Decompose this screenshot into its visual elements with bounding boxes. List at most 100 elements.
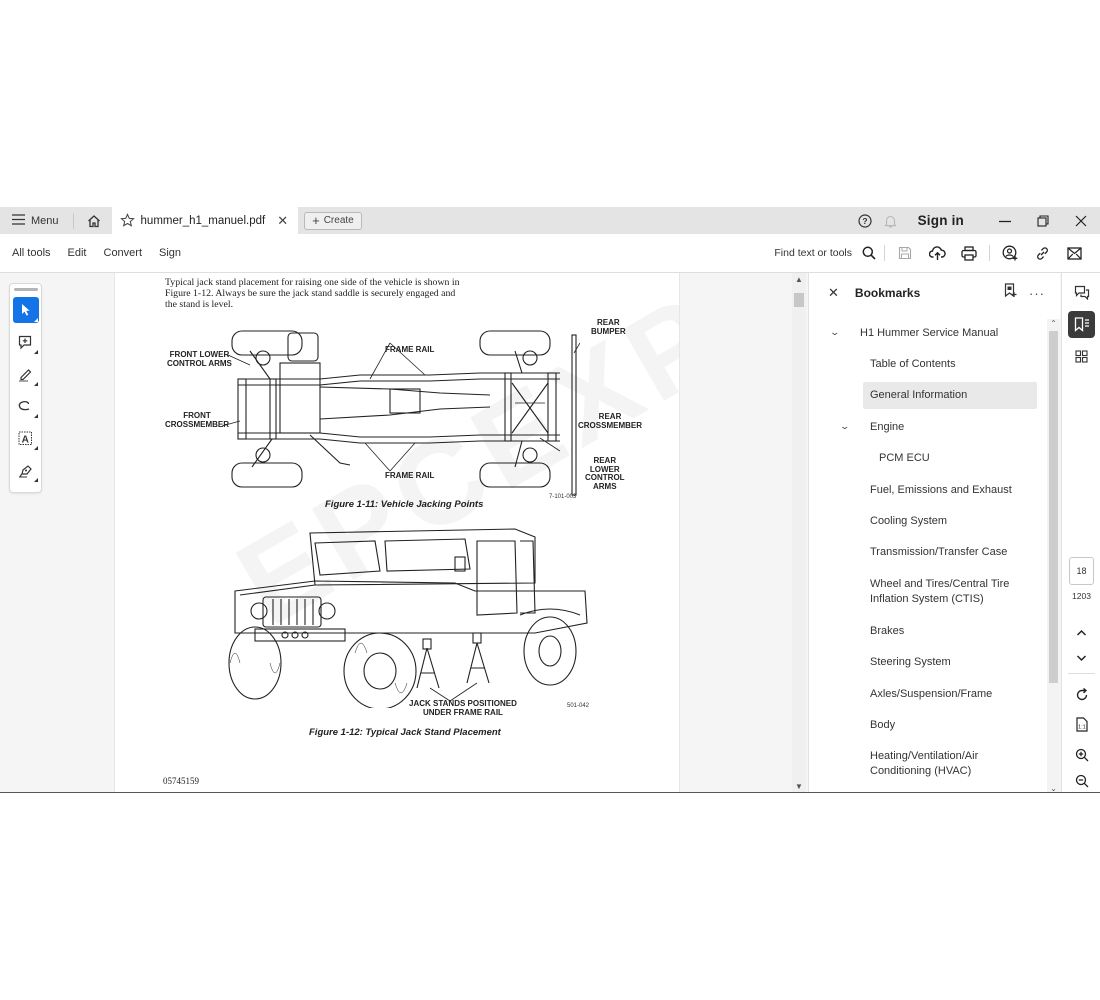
zoom-out-button[interactable]	[1068, 767, 1095, 793]
fit-page-button[interactable]: 1:1	[1068, 711, 1095, 738]
zoom-in-button[interactable]	[1068, 741, 1095, 768]
bookmark-item[interactable]: Axles/Suspension/Frame	[809, 678, 1045, 709]
bookmark-list: ⌄ H1 Hummer Service Manual Table of Cont…	[809, 317, 1045, 788]
submenu-indicator	[33, 382, 38, 386]
label-line: CROSSMEMBER	[578, 420, 643, 430]
scrollbar-thumb[interactable]	[1049, 331, 1058, 683]
document-scrollbar[interactable]: ▲ ▼	[792, 273, 806, 793]
bookmark-label: Fuel, Emissions and Exhaust	[870, 483, 1012, 496]
bookmark-item[interactable]: Cooling System	[809, 505, 1045, 536]
total-pages: 1203	[1072, 591, 1091, 601]
bookmark-item-selected[interactable]: General Information	[809, 380, 1045, 411]
rotate-button[interactable]	[1068, 681, 1095, 708]
bookmarks-scrollbar[interactable]: ⌃ ⌄	[1047, 319, 1060, 793]
sign-button[interactable]: Sign	[159, 247, 181, 259]
help-icon[interactable]: ?	[852, 213, 878, 228]
scrollbar-thumb[interactable]	[794, 293, 804, 307]
previous-page-button[interactable]	[1068, 619, 1095, 646]
comments-button[interactable]	[1068, 279, 1095, 306]
save-icon[interactable]	[889, 246, 921, 260]
pdf-page: Typical jack stand placement for raising…	[114, 273, 680, 793]
bookmark-item[interactable]: Heating/Ventilation/Air Conditioning (HVA…	[809, 741, 1045, 788]
submenu-indicator	[33, 318, 38, 322]
scroll-down-icon[interactable]: ▼	[792, 782, 806, 791]
bookmark-item[interactable]: Brakes	[809, 615, 1045, 646]
link-icon[interactable]	[1026, 246, 1058, 261]
bookmarks-icon	[1074, 317, 1089, 332]
acrobat-window: Menu hummer_h1_manuel.pdf ✕ + Create ? S…	[0, 207, 1100, 793]
page-down-icon	[1076, 654, 1087, 661]
close-panel-icon[interactable]: ✕	[828, 285, 839, 301]
highlighter-icon	[19, 368, 32, 382]
all-tools-button[interactable]: All tools	[12, 247, 51, 259]
chevron-down-icon[interactable]: ⌄	[829, 327, 840, 338]
bookmark-item[interactable]: Wheel and Tires/Central Tire Inflation Sy…	[809, 568, 1045, 615]
close-tab-icon[interactable]: ✕	[277, 213, 288, 229]
draw-tool-button[interactable]	[13, 393, 39, 419]
next-page-button[interactable]	[1068, 644, 1095, 671]
bookmark-label: General Information	[870, 389, 968, 402]
bookmark-item[interactable]: Fuel, Emissions and Exhaust	[809, 474, 1045, 505]
pen-sign-icon	[19, 464, 32, 477]
home-button[interactable]	[82, 209, 106, 233]
select-tool-button[interactable]	[12, 297, 39, 323]
edit-button[interactable]: Edit	[68, 247, 87, 259]
cloud-upload-icon[interactable]	[921, 245, 953, 261]
document-tab[interactable]: hummer_h1_manuel.pdf ✕	[111, 207, 299, 234]
create-label: Create	[323, 215, 354, 226]
bookmark-item[interactable]: Transmission/Transfer Case	[809, 537, 1045, 568]
panel-title: Bookmarks	[854, 286, 921, 300]
label-line: Wheel and Tires/Central Tire	[870, 577, 1010, 590]
title-bar: Menu hummer_h1_manuel.pdf ✕ + Create ? S…	[0, 207, 1100, 234]
chevron-down-icon[interactable]: ⌄	[839, 421, 850, 432]
divider	[989, 245, 990, 261]
scroll-up-icon[interactable]: ⌃	[1047, 319, 1060, 328]
bookmark-label: Engine	[870, 420, 905, 433]
document-number: 05745159	[163, 776, 199, 786]
label-frame-rail-bottom: FRAME RAIL	[385, 471, 435, 480]
bookmark-item[interactable]: Body	[809, 709, 1045, 740]
bell-icon[interactable]	[878, 214, 904, 228]
bookmark-label: PCM ECU	[879, 452, 930, 465]
bookmark-item[interactable]: PCM ECU	[809, 443, 1045, 474]
text-box-icon: A	[18, 431, 32, 445]
sign-in-button[interactable]: Sign in	[918, 213, 964, 228]
restore-button[interactable]	[1024, 207, 1062, 234]
find-text-button[interactable]: Find text or tools	[774, 247, 852, 259]
email-icon[interactable]	[1058, 246, 1090, 260]
label-rear-crossmember: REAR CROSSMEMBER	[578, 412, 643, 430]
add-comment-tool-button[interactable]	[13, 329, 39, 355]
share-user-icon[interactable]	[994, 245, 1026, 261]
label-line: BUMPER	[591, 326, 626, 336]
add-bookmark-icon[interactable]	[1004, 283, 1017, 303]
bookmark-label: Wheel and Tires/Central Tire Inflation Sy…	[870, 577, 1009, 607]
submenu-indicator	[33, 446, 38, 450]
bookmarks-button[interactable]	[1068, 311, 1095, 338]
window-bottom-border	[0, 792, 1100, 793]
bookmark-item[interactable]: Steering System	[809, 647, 1045, 678]
restore-icon	[1037, 214, 1049, 227]
bookmark-label: Heating/Ventilation/Air Conditioning (HVA…	[870, 749, 978, 779]
bookmark-item[interactable]: Table of Contents	[809, 348, 1045, 379]
scroll-up-icon[interactable]: ▲	[792, 275, 806, 284]
close-window-button[interactable]	[1062, 207, 1100, 234]
divider	[72, 212, 74, 229]
bookmark-item[interactable]: ⌄ Engine	[809, 411, 1045, 442]
thumbnails-button[interactable]	[1068, 343, 1095, 370]
more-options-icon[interactable]: ···	[1029, 286, 1045, 301]
menu-button[interactable]: Menu	[0, 207, 59, 234]
document-viewer[interactable]: Typical jack stand placement for raising…	[50, 273, 806, 793]
highlight-tool-button[interactable]	[13, 361, 39, 387]
convert-button[interactable]: Convert	[104, 247, 143, 259]
svg-text:1:1: 1:1	[1078, 724, 1086, 730]
star-icon[interactable]	[119, 213, 135, 228]
bookmark-item[interactable]: ⌄ H1 Hummer Service Manual	[809, 317, 1045, 348]
minimize-button[interactable]	[986, 207, 1024, 234]
print-icon[interactable]	[953, 245, 985, 261]
create-button[interactable]: + Create	[304, 211, 362, 230]
sign-tool-button[interactable]	[13, 457, 39, 483]
text-select-tool-button[interactable]: A	[13, 425, 39, 451]
current-page-input[interactable]: 18	[1069, 557, 1094, 585]
rail-drag-handle[interactable]	[13, 288, 38, 291]
search-icon[interactable]	[858, 246, 880, 260]
